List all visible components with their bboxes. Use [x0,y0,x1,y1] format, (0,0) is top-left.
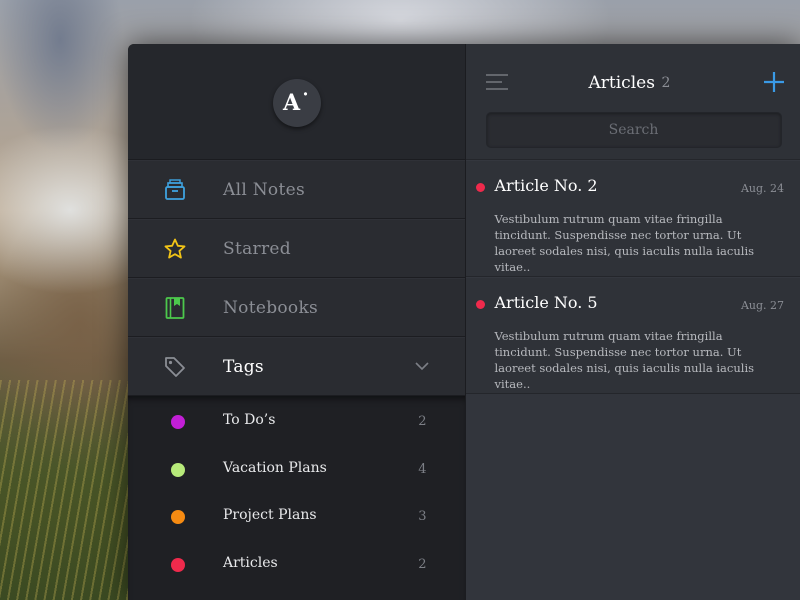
tag-item-project-plans[interactable]: Project Plans 3 [128,493,465,541]
article-tag-dot [475,300,485,309]
menu-icon[interactable] [485,73,508,91]
tag-color-dot [171,415,185,429]
tag-label: Vacation Plans [223,459,327,476]
sidebar-item-tags[interactable]: Tags [128,337,465,396]
tag-item-articles[interactable]: Articles 2 [128,541,465,589]
article-date: Aug. 24 [740,182,784,195]
notes-app-window: A˙ All Notes Starred Notebooks Tags To D… [128,44,800,600]
tag-color-dot [171,510,185,524]
article-item[interactable]: Article No. 2 Aug. 24 Vestibulum rutrum … [465,160,800,277]
chevron-down-icon[interactable] [414,359,429,373]
tag-icon [165,357,185,377]
sidebar-header: A˙ [128,44,465,160]
tag-label: To Do’s [223,412,276,428]
tag-label: Project Plans [223,507,317,523]
article-title: Article No. 5 [494,293,598,312]
tag-color-dot [171,557,185,572]
tag-item-todos[interactable]: To Do’s 2 [128,398,465,446]
archive-box-icon [165,179,185,200]
list-header: Articles 2 [465,44,800,160]
article-date: Aug. 27 [740,299,784,312]
tag-count: 3 [418,509,427,524]
tag-item-vacation-plans[interactable]: Vacation Plans 4 [128,446,465,494]
notebook-icon [165,297,185,319]
sidebar-item-label: Tags [223,356,264,377]
tags-list: To Do’s 2 Vacation Plans 4 Project Plans… [128,396,465,600]
article-item[interactable]: Article No. 5 Aug. 27 Vestibulum rutrum … [465,277,800,394]
tag-color-dot [171,462,185,477]
sidebar-item-all-notes[interactable]: All Notes [128,160,465,219]
search-input[interactable] [485,112,782,148]
add-icon[interactable] [764,72,784,92]
sidebar-item-label: All Notes [223,179,305,200]
star-icon [164,238,186,259]
tag-count: 4 [418,461,427,477]
sidebar-item-label: Starred [223,238,291,259]
background-grass [0,380,140,600]
tag-count: 2 [418,556,427,572]
empty-list-area [465,394,800,600]
article-count: 2 [661,75,671,91]
sidebar-item-label: Notebooks [223,297,319,318]
page-title: Articles [588,73,655,93]
article-tag-dot [475,183,485,192]
tag-label: Articles [223,554,278,571]
article-excerpt: Vestibulum rutrum quam vitae fringilla t… [494,212,755,274]
app-logo[interactable]: A˙ [273,79,321,127]
tag-count: 2 [418,414,427,429]
article-list-pane: Articles 2 Article No. 2 Aug. 24 Vestibu… [464,44,800,600]
sidebar-item-starred[interactable]: Starred [128,219,465,278]
article-title: Article No. 2 [494,176,598,195]
sidebar: A˙ All Notes Starred Notebooks Tags To D… [128,44,465,600]
sidebar-item-notebooks[interactable]: Notebooks [128,278,465,337]
article-excerpt: Vestibulum rutrum quam vitae fringilla t… [494,329,755,391]
